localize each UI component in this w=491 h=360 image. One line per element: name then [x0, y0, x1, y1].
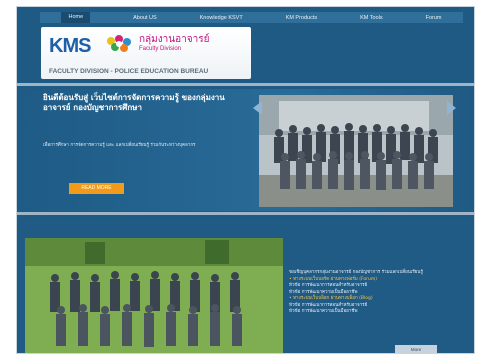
nav-home[interactable]: Home	[61, 12, 91, 23]
top-navigation: Home About US Knowledge KSVT KM Products…	[40, 12, 463, 23]
website-frame: Home About US Knowledge KSVT KM Products…	[16, 6, 475, 354]
welcome-blurb: เพื่อการศึกษา การจัดการความรู้ และ แลกเป…	[43, 143, 196, 148]
nav-km-tools[interactable]: KM Tools	[360, 15, 383, 21]
site-subtitle: FACULTY DIVISION - POLICE EDUCATION BURE…	[49, 68, 209, 75]
nav-km-products[interactable]: KM Products	[286, 15, 317, 21]
nav-knowledge[interactable]: Knowledge KSVT	[200, 15, 243, 21]
hero-section: ยินดีต้อนรับสู่ เว็บไซต์การจัดการความรู้…	[17, 89, 474, 211]
community-section: ขอเชิญบุคลากรกลุ่มงานอาจารย์ กองบัญชาการ…	[17, 218, 474, 353]
flower-logo-icon	[107, 35, 131, 52]
welcome-heading: ยินดีต้อนรับสู่ เว็บไซต์การจัดการความรู้…	[43, 93, 225, 112]
section-divider	[17, 212, 474, 215]
header-divider	[17, 83, 474, 86]
nav-forum[interactable]: Forum	[426, 15, 442, 21]
slider-prev-arrow-icon[interactable]	[253, 101, 262, 115]
garden-group-photo	[25, 238, 283, 353]
kms-logo-text: KMS	[49, 35, 91, 57]
more-button[interactable]: More	[395, 345, 437, 353]
read-more-button[interactable]: READ MORE	[69, 183, 124, 194]
slider-next-arrow-icon[interactable]	[447, 101, 456, 115]
faculty-division-label: Faculty Division	[139, 46, 182, 52]
nav-about-us[interactable]: About US	[133, 15, 157, 21]
community-info: ขอเชิญบุคลากรกลุ่มงานอาจารย์ กองบัญชาการ…	[289, 270, 469, 316]
site-logo[interactable]: KMS กลุ่มงานอาจารย์ Faculty Division FAC…	[41, 27, 251, 79]
staff-group-photo	[259, 95, 453, 207]
blog-topic-2[interactable]: หัวข้อ การพัฒนาความเป็นมืออาชีพ	[289, 309, 469, 316]
group-name-thai: กลุ่มงานอาจารย์	[139, 34, 210, 45]
